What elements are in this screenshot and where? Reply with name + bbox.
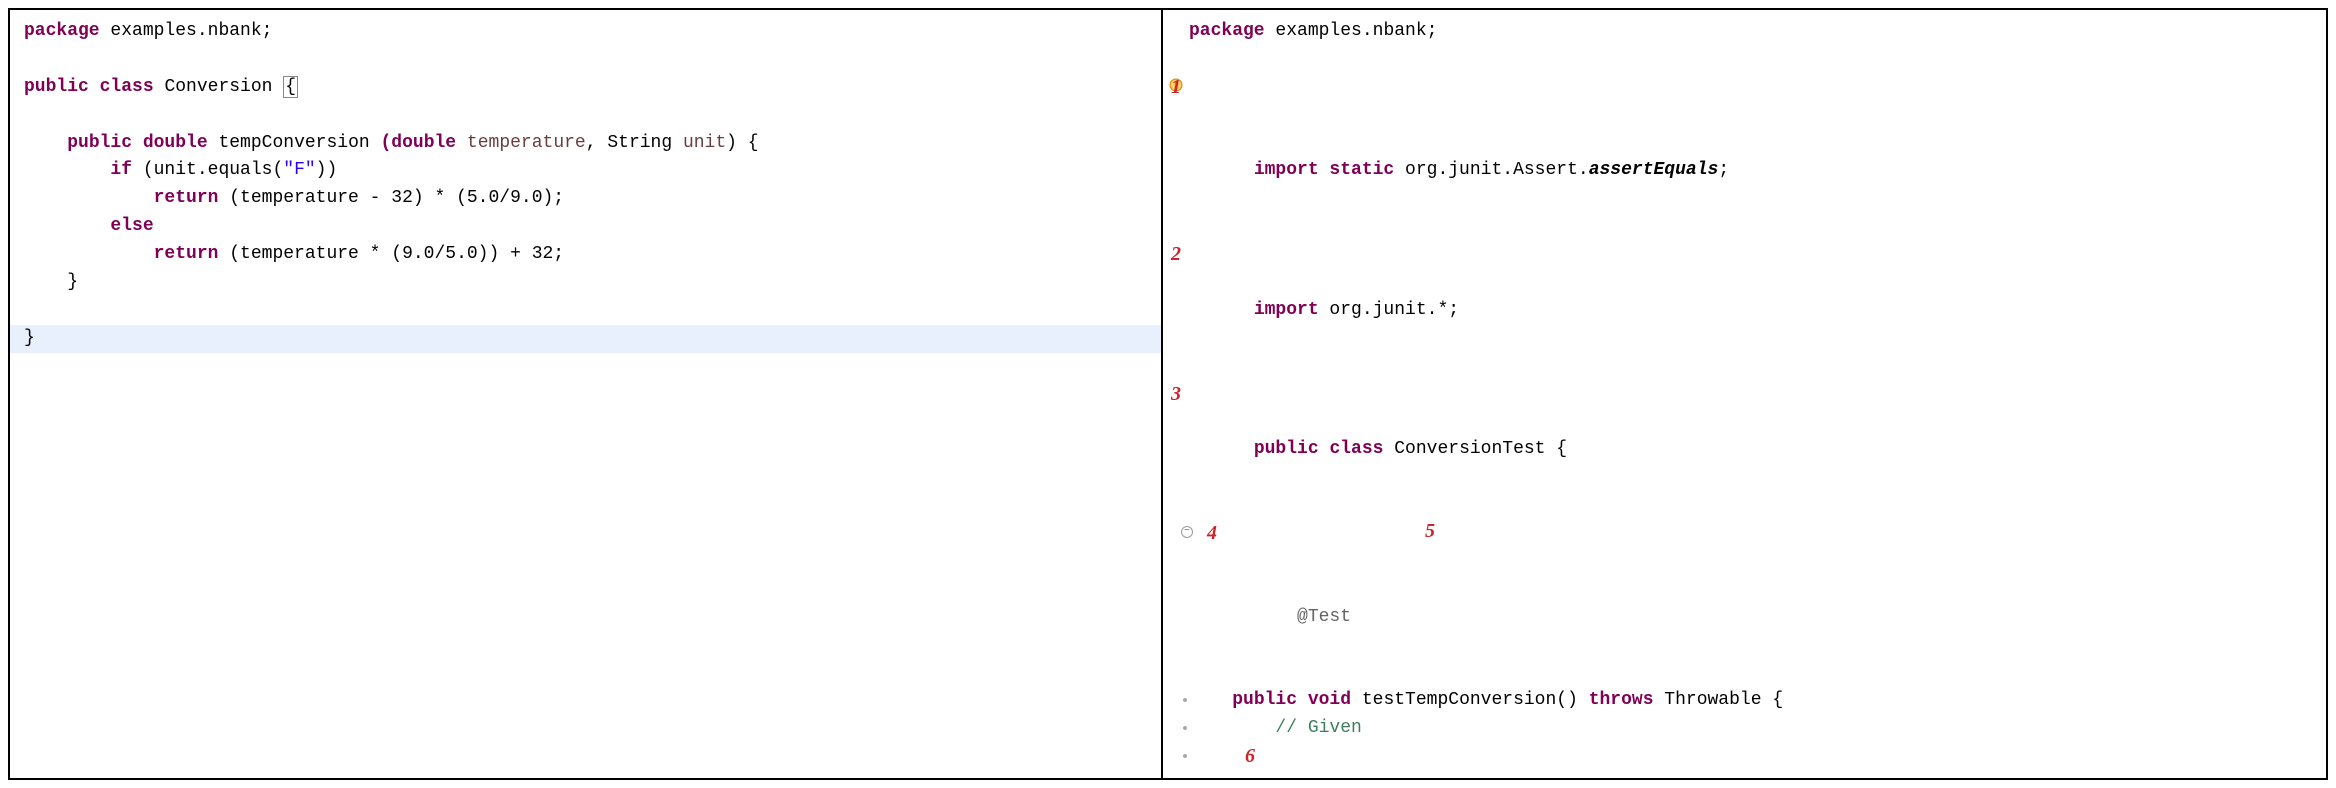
warning-icon: ! xyxy=(1169,78,1183,92)
code-line xyxy=(1189,46,2312,74)
code-line-highlighted: } xyxy=(10,325,1161,353)
code-line: 2 import org.junit.*; xyxy=(1189,241,2312,353)
code-line: return (temperature - 32) * (5.0/9.0); xyxy=(24,185,1147,213)
svg-text:!: ! xyxy=(1173,82,1179,92)
annotation-marker-2: 2 xyxy=(1171,239,1181,270)
code-line: // Given xyxy=(1189,715,2312,743)
annotation-marker-6: 6 xyxy=(1245,741,1255,772)
code-line: } xyxy=(24,269,1147,297)
code-line: − 4 @Test 5 xyxy=(1189,520,2312,687)
code-line: package examples.nbank; xyxy=(24,18,1147,46)
editor-container: package examples.nbank; public class Con… xyxy=(8,8,2328,780)
code-line xyxy=(1189,353,2312,381)
code-line: public double tempConversion (double tem… xyxy=(24,130,1147,158)
code-line: package examples.nbank; xyxy=(1189,18,2312,46)
fold-icon[interactable]: − xyxy=(1181,526,1193,538)
code-line xyxy=(1189,492,2312,520)
code-line xyxy=(24,46,1147,74)
code-line: else xyxy=(24,213,1147,241)
annotation-marker-3: 3 xyxy=(1171,379,1181,410)
code-line: 6 Conversion underTest = new Conversion(… xyxy=(1189,743,2312,778)
code-line: public class Conversion { xyxy=(24,74,1147,102)
code-line: public void testTempConversion() throws … xyxy=(1189,687,2312,715)
code-line: ! 1 import static org.junit.Assert.asser… xyxy=(1189,74,2312,213)
code-line: return (temperature * (9.0/5.0)) + 32; xyxy=(24,241,1147,269)
code-line xyxy=(24,102,1147,130)
left-code-pane[interactable]: package examples.nbank; public class Con… xyxy=(10,10,1163,778)
code-line: 3 public class ConversionTest { xyxy=(1189,381,2312,493)
annotation-marker-5: 5 xyxy=(1425,516,1435,547)
code-line xyxy=(1189,213,2312,241)
annotation-marker-4: 4 xyxy=(1207,518,1217,549)
code-line: if (unit.equals("F")) xyxy=(24,157,1147,185)
right-code-pane[interactable]: package examples.nbank; ! 1 import stati… xyxy=(1163,10,2326,778)
code-line xyxy=(24,297,1147,325)
